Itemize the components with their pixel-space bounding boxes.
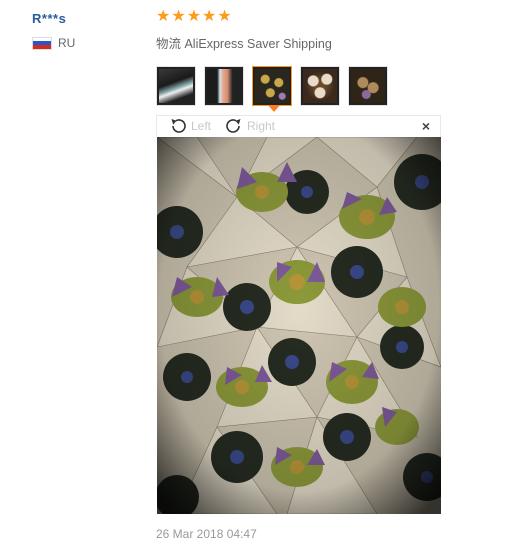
reviewer-country: RU (32, 36, 75, 50)
star-icon: ★ (171, 8, 186, 25)
rotate-right-icon (224, 117, 244, 135)
star-icon: ★ (186, 8, 202, 25)
star-icon: ★ (217, 8, 232, 25)
rotate-left-button[interactable]: Left (168, 117, 211, 135)
star-icon: ★ (202, 8, 217, 25)
active-thumbnail-pointer (268, 105, 280, 112)
thumbnail-strip (156, 66, 388, 106)
reviewer-name: R***s (32, 11, 67, 26)
shipping-info: 物流 AliExpress Saver Shipping (156, 37, 332, 51)
rating-stars: ★ ★ ★ ★ ★ (156, 9, 232, 25)
rotate-left-icon (168, 117, 188, 135)
viewer-toolbar: Left Right × (156, 115, 441, 137)
rotate-left-label: Left (191, 119, 212, 133)
rotate-right-button[interactable]: Right (224, 117, 275, 135)
close-icon[interactable]: × (422, 118, 430, 134)
review-date: 26 Mar 2018 04:47 (156, 527, 257, 541)
thumbnail-4[interactable] (300, 66, 340, 106)
flag-icon (32, 36, 52, 50)
country-code: RU (58, 36, 76, 50)
thumbnail-1[interactable] (156, 66, 196, 106)
review-photo (157, 137, 441, 514)
thumbnail-2[interactable] (204, 66, 244, 106)
rotate-right-label: Right (247, 119, 276, 133)
star-icon: ★ (156, 8, 171, 25)
reviewer: R***s (32, 10, 66, 28)
thumbnail-5[interactable] (348, 66, 388, 106)
thumbnail-3[interactable] (252, 66, 292, 106)
